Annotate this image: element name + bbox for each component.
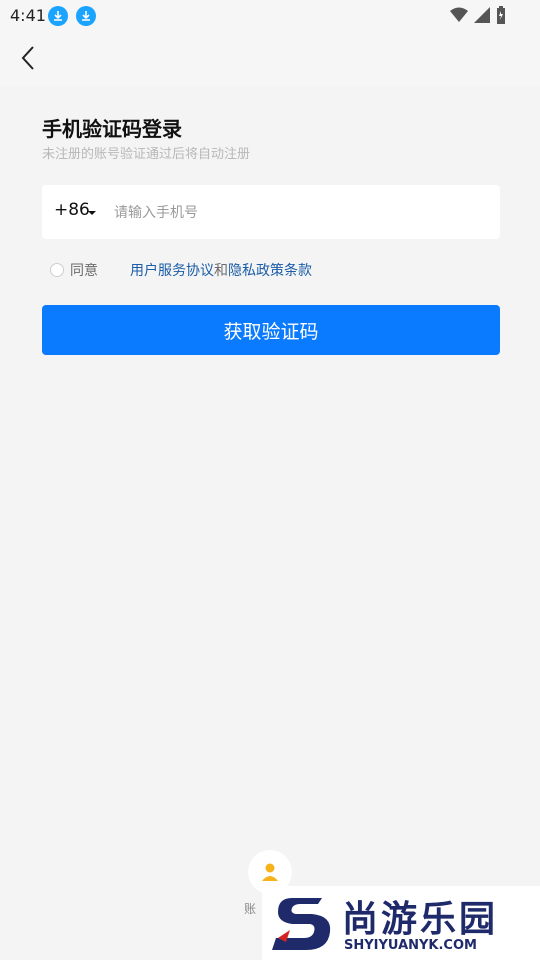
agree-label: 同意 — [70, 263, 98, 279]
phone-field: +86 — [42, 185, 500, 239]
status-bar: 4:41 — [0, 0, 540, 32]
watermark-en: SHYIYUANYK.COM — [344, 938, 477, 953]
download-icon — [48, 6, 68, 26]
agree-checkbox[interactable] — [50, 263, 64, 277]
logo-s-icon — [272, 898, 331, 950]
account-login-label: 账 — [244, 902, 257, 916]
back-arrow-icon — [21, 46, 34, 70]
app-header — [0, 32, 540, 86]
download-icon — [76, 6, 96, 26]
status-indicators — [450, 6, 506, 28]
wifi-icon — [450, 7, 468, 27]
page-title: 手机验证码登录 — [42, 117, 182, 141]
page-subtitle: 未注册的账号验证通过后将自动注册 — [42, 147, 251, 162]
watermark: 尚游乐园 SHYIYUANYK.COM — [262, 886, 540, 960]
terms-link[interactable]: 用户服务协议 — [130, 260, 214, 280]
back-button[interactable] — [12, 42, 44, 74]
chevron-down-icon[interactable] — [88, 211, 96, 215]
watermark-cn: 尚游乐园 — [342, 899, 499, 940]
get-code-button[interactable]: 获取验证码 — [42, 305, 500, 355]
user-icon — [262, 863, 278, 881]
and-text: 和 — [214, 263, 228, 279]
signal-icon — [474, 7, 490, 27]
status-time: 4:41 — [10, 6, 46, 25]
country-code-selector[interactable]: +86 — [54, 200, 90, 220]
phone-input[interactable] — [112, 197, 486, 229]
battery-icon — [496, 6, 506, 28]
privacy-link[interactable]: 隐私政策条款 — [228, 260, 312, 280]
agreement-row: 同意 用户服务协议 和 隐私政策条款 — [50, 259, 312, 281]
